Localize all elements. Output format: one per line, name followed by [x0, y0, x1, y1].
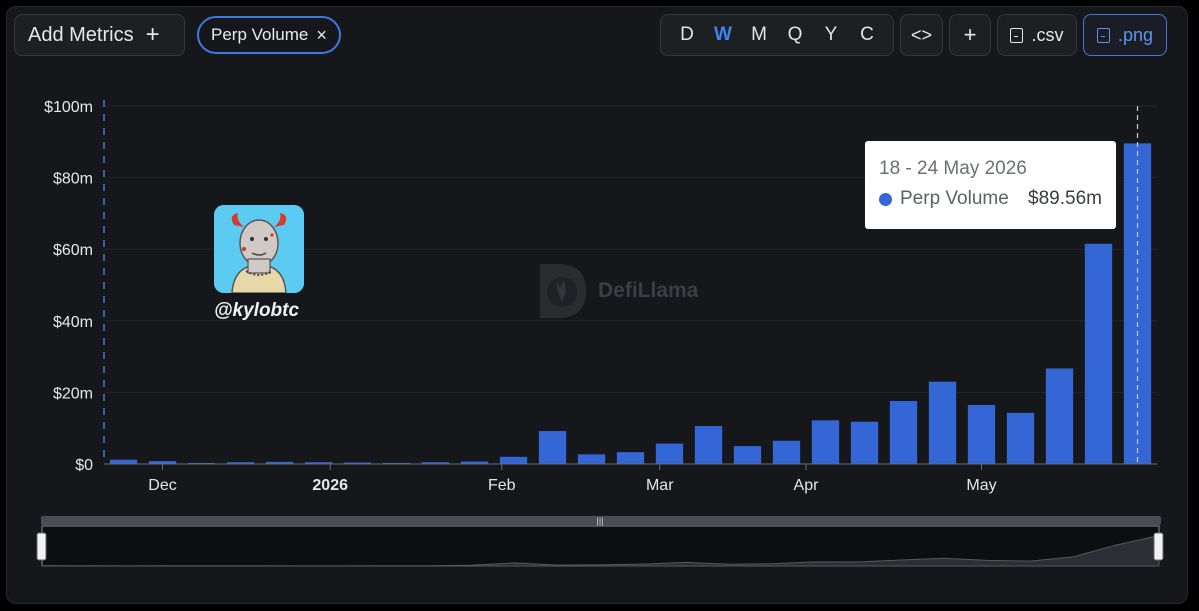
- bar[interactable]: [655, 443, 684, 464]
- bull-avatar-icon: [214, 205, 304, 293]
- bar[interactable]: [1006, 412, 1035, 464]
- bar[interactable]: [889, 400, 918, 464]
- y-tick-label: $0: [75, 457, 93, 474]
- bar[interactable]: [616, 452, 645, 464]
- x-tick-label: Apr: [794, 477, 820, 494]
- bar[interactable]: [1084, 243, 1113, 464]
- series-color-dot: [879, 192, 892, 206]
- tooltip-series-name: Perp Volume: [900, 188, 1009, 209]
- tooltip-value: $89.56m: [1028, 188, 1102, 209]
- watermark-text: DefiLlama: [598, 279, 699, 302]
- tooltip-date: 18 - 24 May 2026: [879, 158, 1027, 179]
- y-tick-label: $40m: [53, 314, 93, 331]
- y-tick-label: $80m: [53, 171, 93, 188]
- y-tick-label: $100m: [44, 99, 93, 116]
- zoom-slider-right-handle[interactable]: [1153, 532, 1164, 561]
- twitter-handle: @kylobtc: [214, 300, 300, 321]
- y-tick-label: $60m: [53, 242, 93, 259]
- bar[interactable]: [772, 440, 801, 464]
- y-tick-label: $20m: [53, 385, 93, 402]
- bar[interactable]: [499, 456, 528, 464]
- bar[interactable]: [577, 454, 606, 464]
- avatar: [214, 205, 304, 293]
- zoom-slider-grip-icon[interactable]: |||: [596, 516, 603, 526]
- x-tick-label: May: [966, 477, 996, 494]
- x-tick-label: Dec: [148, 477, 176, 494]
- x-tick-label: 2026: [312, 477, 348, 494]
- llama-logo-icon: [540, 264, 586, 318]
- bar[interactable]: [538, 431, 567, 464]
- zoom-slider-left-handle[interactable]: [36, 532, 47, 561]
- bar[interactable]: [694, 426, 723, 464]
- bar[interactable]: [733, 446, 762, 464]
- bar[interactable]: [1045, 368, 1074, 464]
- defillama-watermark: DefiLlama: [538, 262, 698, 320]
- bar[interactable]: [811, 420, 840, 464]
- bar[interactable]: [928, 381, 957, 464]
- chart-tooltip: 18 - 24 May 2026 Perp Volume $89.56m: [865, 141, 1116, 229]
- x-tick-label: Feb: [488, 477, 516, 494]
- x-tick-label: Mar: [646, 477, 674, 494]
- bar[interactable]: [967, 404, 996, 464]
- bar[interactable]: [109, 459, 138, 464]
- bar[interactable]: [850, 421, 879, 464]
